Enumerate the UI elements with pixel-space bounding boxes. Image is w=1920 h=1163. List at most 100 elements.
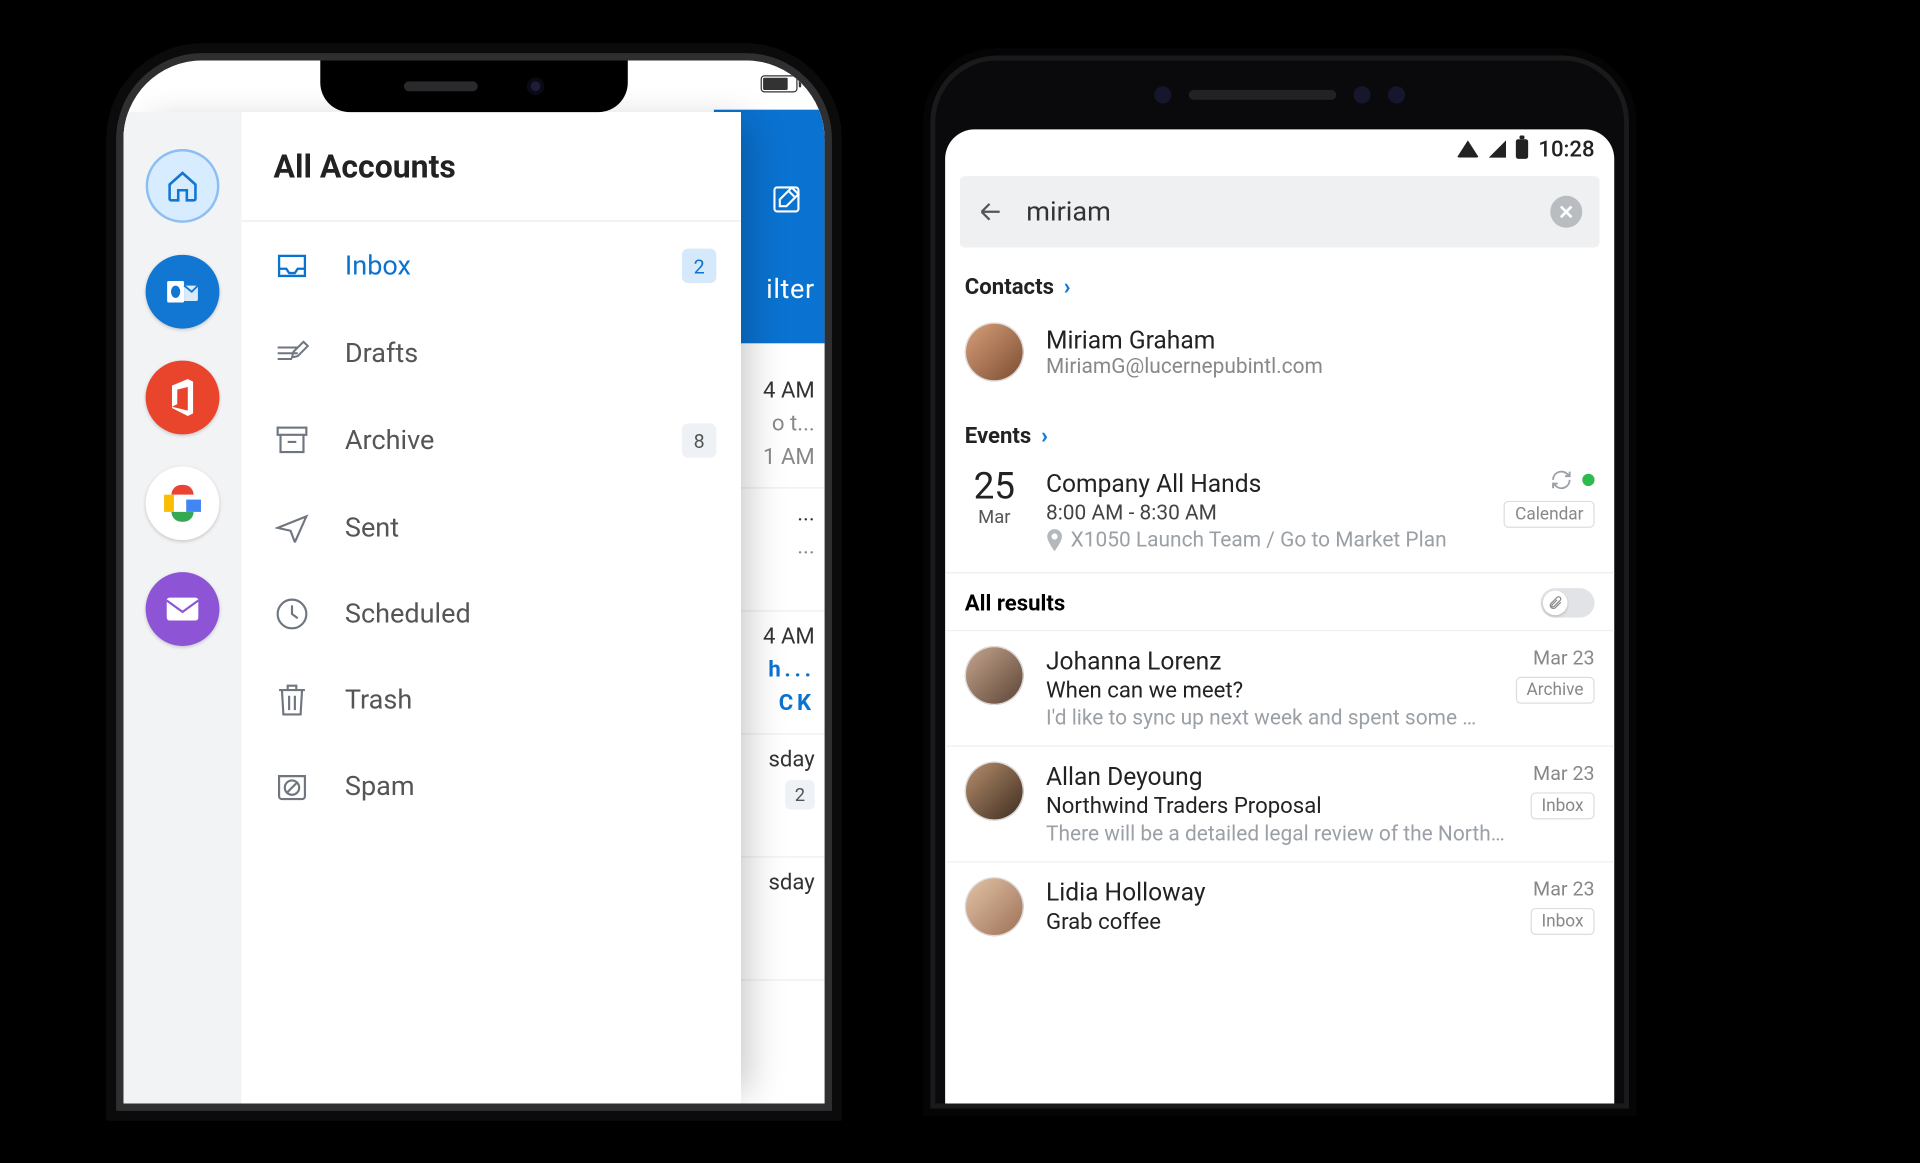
folder-label: Scheduled — [344, 598, 715, 629]
earpiece — [1188, 89, 1336, 99]
notch — [320, 60, 627, 112]
filter-button-fragment[interactable]: ilter — [766, 274, 815, 305]
event-month: Mar — [964, 505, 1023, 527]
mail-folder-pill: Inbox — [1530, 907, 1594, 934]
mail-result[interactable]: Allan Deyoung Northwind Traders Proposal… — [945, 745, 1614, 861]
home-icon — [165, 168, 199, 202]
accounts-rail — [123, 112, 241, 1103]
recurring-icon — [1550, 468, 1572, 490]
front-camera — [1353, 86, 1370, 103]
outlook-icon — [164, 273, 201, 310]
scheduled-icon — [273, 597, 310, 629]
folder-label: Trash — [344, 684, 715, 715]
archive-icon — [273, 424, 310, 456]
folder-label: Spam — [344, 770, 715, 801]
wifi-icon — [1457, 140, 1479, 157]
mail-subject: Grab coffee — [1045, 909, 1507, 935]
status-time: 10:28 — [1538, 136, 1594, 162]
folder-drafts[interactable]: Drafts — [241, 310, 740, 396]
android-status-bar: 10:28 — [945, 129, 1614, 168]
event-result[interactable]: 25 Mar Company All Hands 8:00 AM - 8:30 … — [945, 461, 1614, 572]
mail-subject: When can we meet? — [1045, 677, 1492, 703]
account-office[interactable] — [145, 360, 219, 434]
sensor — [1387, 86, 1404, 103]
mail-result[interactable]: Lidia Holloway Grab coffee Mar 23 Inbox — [945, 861, 1614, 951]
ios-status-bar — [760, 75, 797, 92]
avatar — [964, 761, 1023, 820]
event-location-text: X1050 Launch Team / Go to Market Plan — [1070, 527, 1446, 552]
compose-button[interactable] — [770, 183, 802, 215]
folder-spam[interactable]: Spam — [241, 743, 740, 829]
battery-icon — [760, 75, 797, 92]
attachments-toggle[interactable] — [1540, 588, 1594, 618]
folder-badge: 8 — [681, 423, 715, 457]
mail-folder-pill: Archive — [1515, 676, 1594, 703]
status-available-icon — [1582, 473, 1594, 485]
account-outlook[interactable] — [145, 254, 219, 328]
folder-label: Archive — [344, 425, 647, 456]
event-time: 8:00 AM - 8:30 AM — [1045, 500, 1481, 525]
chevron-right-icon: › — [1063, 274, 1070, 300]
back-button[interactable] — [977, 198, 1004, 225]
folder-badge: 2 — [681, 248, 715, 282]
event-source-pill: Calendar — [1504, 500, 1594, 527]
inbox-icon — [273, 249, 310, 281]
avatar — [964, 877, 1023, 936]
mail-date: Mar 23 — [1533, 877, 1595, 900]
account-google[interactable] — [145, 466, 219, 540]
mail-from: Johanna Lorenz — [1045, 645, 1492, 675]
avatar — [964, 322, 1023, 381]
contact-result[interactable]: Miriam Graham MiriamG@lucernepubintl.com — [945, 312, 1614, 396]
android-bezel — [935, 60, 1624, 129]
event-date: 25 Mar — [964, 468, 1023, 552]
sent-icon — [273, 511, 310, 543]
mail-subject: Northwind Traders Proposal — [1045, 793, 1507, 819]
mail-date: Mar 23 — [1533, 645, 1595, 668]
trash-icon — [273, 684, 310, 716]
mail-result[interactable]: Johanna Lorenz When can we meet? I'd lik… — [945, 629, 1614, 745]
spam-icon — [273, 770, 310, 802]
google-icon — [164, 484, 201, 521]
iphone-device: ilter 4 AM o t... 1 AM ... ... 4 AM h...… — [123, 60, 824, 1103]
folder-scheduled[interactable]: Scheduled — [241, 570, 740, 656]
chevron-right-icon: › — [1041, 423, 1048, 449]
android-device: 10:28 miriam ✕ Contacts › Miriam Graham … — [935, 60, 1624, 1103]
folder-inbox[interactable]: Inbox 2 — [241, 221, 740, 310]
contact-name: Miriam Graham — [1045, 324, 1322, 354]
search-bar: miriam ✕ — [959, 176, 1599, 247]
folder-label: Sent — [344, 512, 715, 543]
folder-sent[interactable]: Sent — [241, 484, 740, 570]
section-title: All results — [964, 589, 1064, 615]
folder-list: All Accounts Inbox 2 Drafts — [241, 112, 740, 1103]
all-results-header: All results — [945, 572, 1614, 630]
clear-search-button[interactable]: ✕ — [1550, 195, 1582, 227]
mail-preview: There will be a detailed legal review of… — [1045, 821, 1507, 846]
nav-drawer: All Accounts Inbox 2 Drafts — [123, 112, 740, 1103]
bg-row-badge: 2 — [785, 780, 815, 810]
mail-icon — [165, 595, 199, 622]
contact-email: MiriamG@lucernepubintl.com — [1045, 354, 1322, 379]
sensor — [1154, 86, 1171, 103]
events-section-header[interactable]: Events › — [945, 396, 1614, 461]
location-icon — [1045, 529, 1062, 551]
drafts-icon — [273, 337, 310, 369]
contacts-section-header[interactable]: Contacts › — [945, 247, 1614, 312]
account-home[interactable] — [145, 149, 219, 223]
mail-from: Lidia Holloway — [1045, 877, 1507, 907]
folder-archive[interactable]: Archive 8 — [241, 396, 740, 485]
avatar — [964, 645, 1023, 704]
event-day: 25 — [964, 468, 1023, 505]
folder-trash[interactable]: Trash — [241, 657, 740, 743]
office-icon — [166, 379, 198, 416]
section-title: Contacts — [964, 274, 1053, 300]
section-title: Events — [964, 423, 1030, 449]
event-title: Company All Hands — [1045, 468, 1481, 498]
folder-label: Inbox — [344, 250, 647, 281]
event-location: X1050 Launch Team / Go to Market Plan — [1045, 527, 1481, 552]
cellular-icon — [1489, 140, 1506, 157]
search-input[interactable]: miriam — [1026, 196, 1528, 227]
earpiece — [403, 81, 477, 91]
account-other-mail[interactable] — [145, 572, 219, 646]
attachment-icon — [1542, 590, 1567, 615]
folder-label: Drafts — [344, 337, 715, 368]
